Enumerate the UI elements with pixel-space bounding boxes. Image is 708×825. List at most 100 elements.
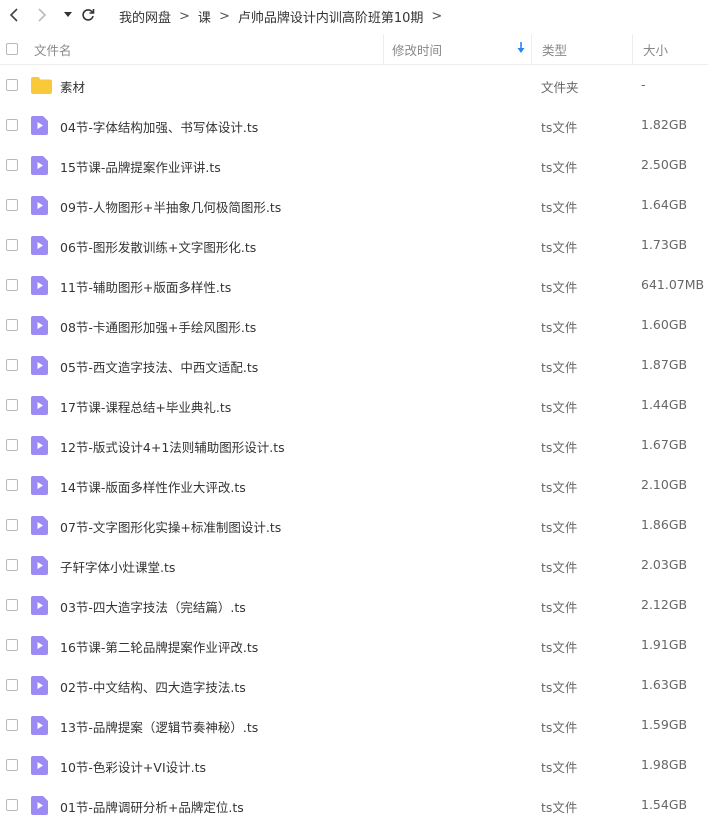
file-name[interactable]: 09节-人物图形+半抽象几何极简图形.ts [60,197,281,216]
file-name[interactable]: 04节-字体结构加强、书写体设计.ts [60,117,258,136]
file-type: ts文件 [541,640,578,655]
file-row[interactable]: 14节课-版面多样性作业大评改.ts ts文件 2.10GB [0,465,708,505]
row-checkbox[interactable] [6,519,18,531]
file-row[interactable]: 13节-品牌提案（逻辑节奏神秘）.ts ts文件 1.59GB [0,705,708,745]
file-size: 1.67GB [641,437,688,452]
video-file-icon [31,756,48,778]
row-checkbox[interactable] [6,719,18,731]
file-type: ts文件 [541,240,578,255]
row-checkbox[interactable] [6,239,18,251]
file-row[interactable]: 12节-版式设计4+1法则辅助图形设计.ts ts文件 1.67GB [0,425,708,465]
file-type: ts文件 [541,200,578,215]
file-row[interactable]: 15节课-品牌提案作业评讲.ts ts文件 2.50GB [0,145,708,185]
column-header-type[interactable]: 类型 [531,34,632,64]
file-row[interactable]: 17节课-课程总结+毕业典礼.ts ts文件 1.44GB [0,385,708,425]
file-row[interactable]: 05节-西文造字技法、中西文适配.ts ts文件 1.87GB [0,345,708,385]
file-row[interactable]: 08节-卡通图形加强+手绘风图形.ts ts文件 1.60GB [0,305,708,345]
row-checkbox[interactable] [6,599,18,611]
file-size: 2.03GB [641,557,688,572]
file-size: - [641,77,646,92]
file-name[interactable]: 14节课-版面多样性作业大评改.ts [60,477,246,496]
video-file-icon [31,196,48,218]
breadcrumb-separator: > [218,9,230,24]
history-dropdown-icon[interactable] [60,6,76,24]
file-row[interactable]: 01节-品牌调研分析+品牌定位.ts ts文件 1.54GB [0,785,708,825]
row-checkbox[interactable] [6,679,18,691]
file-row[interactable]: 03节-四大造字技法（完结篇）.ts ts文件 2.12GB [0,585,708,625]
file-size: 1.98GB [641,757,688,772]
row-checkbox[interactable] [6,479,18,491]
breadcrumb-item-current[interactable]: 卢帅品牌设计内训高阶班第10期 [238,7,424,26]
video-file-icon [31,276,48,298]
row-checkbox[interactable] [6,159,18,171]
row-checkbox[interactable] [6,359,18,371]
file-row[interactable]: 10节-色彩设计+VI设计.ts ts文件 1.98GB [0,745,708,785]
file-type: ts文件 [541,400,578,415]
row-checkbox[interactable] [6,79,18,91]
column-header-size[interactable]: 大小 [632,34,708,64]
video-file-icon [31,116,48,138]
file-name[interactable]: 11节-辅助图形+版面多样性.ts [60,277,231,296]
file-size: 1.59GB [641,717,688,732]
video-file-icon [31,356,48,378]
file-type: ts文件 [541,600,578,615]
file-size: 1.63GB [641,677,688,692]
breadcrumb-item-course[interactable]: 课 [198,7,211,26]
file-row[interactable]: 07节-文字图形化实操+标准制图设计.ts ts文件 1.86GB [0,505,708,545]
file-name[interactable]: 06节-图形发散训练+文字图形化.ts [60,237,256,256]
row-checkbox[interactable] [6,799,18,811]
file-type: ts文件 [541,800,578,815]
row-checkbox[interactable] [6,559,18,571]
row-checkbox[interactable] [6,319,18,331]
row-checkbox[interactable] [6,119,18,131]
file-type: 文件夹 [541,80,579,95]
file-type: ts文件 [541,280,578,295]
file-size: 1.82GB [641,117,688,132]
file-name[interactable]: 01节-品牌调研分析+品牌定位.ts [60,797,244,816]
breadcrumb: 我的网盘 > 课 > 卢帅品牌设计内训高阶班第10期 > [119,7,450,26]
file-name[interactable]: 17节课-课程总结+毕业典礼.ts [60,397,231,416]
file-row[interactable]: 04节-字体结构加强、书写体设计.ts ts文件 1.82GB [0,105,708,145]
file-row[interactable]: 02节-中文结构、四大造字技法.ts ts文件 1.63GB [0,665,708,705]
select-all-column [6,34,18,64]
file-name[interactable]: 15节课-品牌提案作业评讲.ts [60,157,221,176]
file-row[interactable]: 09节-人物图形+半抽象几何极简图形.ts ts文件 1.64GB [0,185,708,225]
file-name[interactable]: 08节-卡通图形加强+手绘风图形.ts [60,317,256,336]
back-arrow-icon[interactable] [6,6,22,24]
file-name[interactable]: 12节-版式设计4+1法则辅助图形设计.ts [60,437,285,456]
file-name[interactable]: 10节-色彩设计+VI设计.ts [60,757,206,776]
refresh-icon[interactable] [80,6,96,24]
select-all-checkbox[interactable] [6,43,18,55]
breadcrumb-item-home[interactable]: 我的网盘 [119,7,171,26]
column-header-modified[interactable]: 修改时间 [383,34,531,64]
breadcrumb-separator: > [431,9,443,24]
row-checkbox[interactable] [6,759,18,771]
file-name[interactable]: 07节-文字图形化实操+标准制图设计.ts [60,517,281,536]
file-name[interactable]: 03节-四大造字技法（完结篇）.ts [60,597,246,616]
row-checkbox[interactable] [6,199,18,211]
row-checkbox[interactable] [6,399,18,411]
file-row[interactable]: 06节-图形发散训练+文字图形化.ts ts文件 1.73GB [0,225,708,265]
forward-arrow-icon[interactable] [34,6,50,24]
column-header-name[interactable]: 文件名 [34,34,72,64]
video-file-icon [31,436,48,458]
row-checkbox[interactable] [6,439,18,451]
row-checkbox[interactable] [6,279,18,291]
file-name[interactable]: 02节-中文结构、四大造字技法.ts [60,677,246,696]
file-row[interactable]: 16节课-第二轮品牌提案作业评改.ts ts文件 1.91GB [0,625,708,665]
sort-descending-icon[interactable] [517,42,525,57]
file-name[interactable]: 子轩字体小灶课堂.ts [60,557,175,576]
file-row[interactable]: 素材 文件夹 - [0,65,708,105]
file-name[interactable]: 素材 [60,77,85,96]
video-file-icon [31,676,48,698]
file-type: ts文件 [541,680,578,695]
file-size: 1.73GB [641,237,688,252]
file-name[interactable]: 16节课-第二轮品牌提案作业评改.ts [60,637,258,656]
file-type: ts文件 [541,120,578,135]
video-file-icon [31,516,48,538]
file-row[interactable]: 子轩字体小灶课堂.ts ts文件 2.03GB [0,545,708,585]
row-checkbox[interactable] [6,639,18,651]
file-name[interactable]: 13节-品牌提案（逻辑节奏神秘）.ts [60,717,258,736]
file-row[interactable]: 11节-辅助图形+版面多样性.ts ts文件 641.07MB [0,265,708,305]
file-name[interactable]: 05节-西文造字技法、中西文适配.ts [60,357,258,376]
